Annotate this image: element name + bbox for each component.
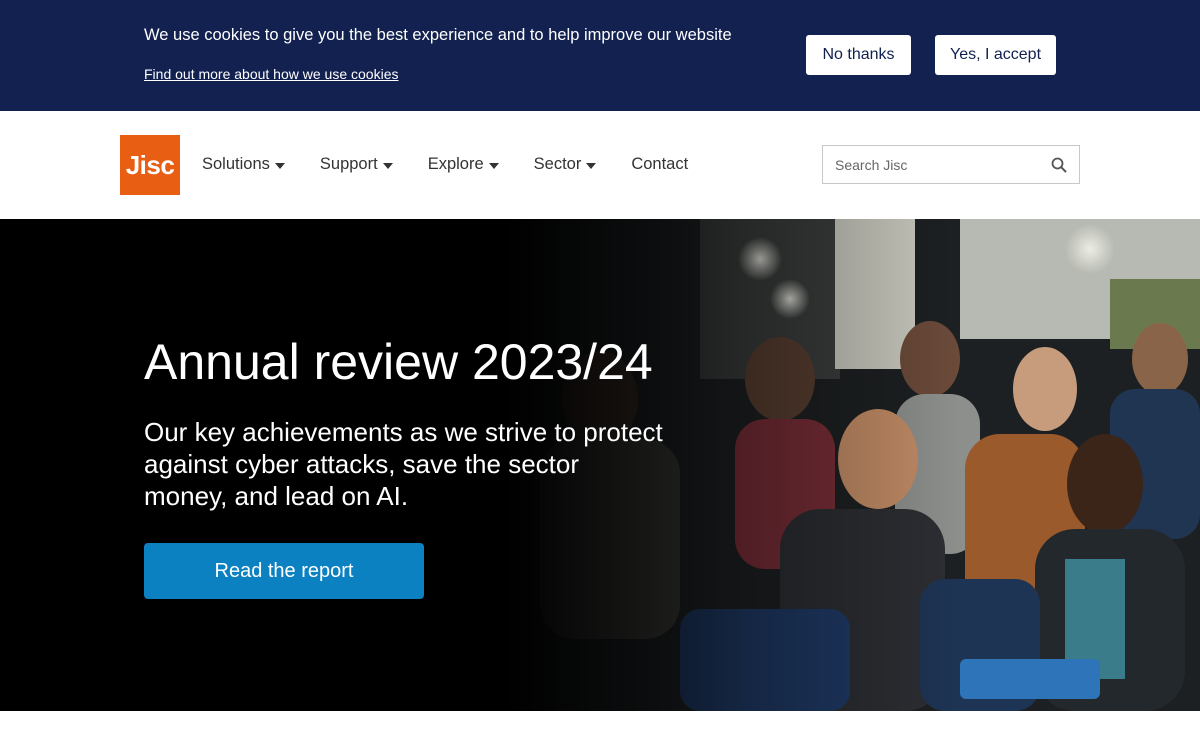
hero-banner: Annual review 2023/24 Our key achievemen… bbox=[0, 219, 1200, 711]
nav-item-support[interactable]: Support bbox=[320, 155, 393, 174]
search-input[interactable] bbox=[823, 146, 1038, 183]
caret-down-icon bbox=[586, 162, 597, 169]
nav-item-explore[interactable]: Explore bbox=[428, 155, 499, 174]
jisc-logo[interactable]: Jisc bbox=[120, 135, 180, 195]
nav-item-sector[interactable]: Sector bbox=[534, 155, 597, 174]
nav-item-contact[interactable]: Contact bbox=[631, 155, 688, 174]
site-header: Jisc Solutions Support Explore Sector Co… bbox=[0, 111, 1200, 219]
search-icon[interactable] bbox=[1051, 157, 1067, 173]
no-thanks-button[interactable]: No thanks bbox=[806, 35, 911, 75]
hero-subtitle: Our key achievements as we strive to pro… bbox=[144, 417, 663, 511]
search-box bbox=[822, 145, 1080, 184]
page-content-start bbox=[0, 711, 1200, 740]
caret-down-icon bbox=[488, 162, 499, 169]
cookie-policy-link[interactable]: Find out more about how we use cookies bbox=[144, 66, 398, 82]
read-report-button[interactable]: Read the report bbox=[144, 543, 424, 599]
caret-down-icon bbox=[274, 162, 285, 169]
nav-label: Sector bbox=[533, 155, 582, 173]
nav-label: Support bbox=[319, 155, 378, 173]
nav-label: Contact bbox=[631, 155, 689, 173]
nav-label: Solutions bbox=[202, 155, 270, 173]
cookie-message: We use cookies to give you the best expe… bbox=[144, 26, 732, 44]
cookie-banner: We use cookies to give you the best expe… bbox=[0, 0, 1200, 111]
main-nav: Solutions Support Explore Sector Contact bbox=[202, 155, 723, 174]
nav-item-solutions[interactable]: Solutions bbox=[202, 155, 285, 174]
accept-cookies-button[interactable]: Yes, I accept bbox=[935, 35, 1056, 75]
nav-label: Explore bbox=[427, 155, 484, 173]
hero-title: Annual review 2023/24 bbox=[144, 334, 653, 390]
caret-down-icon bbox=[382, 162, 393, 169]
